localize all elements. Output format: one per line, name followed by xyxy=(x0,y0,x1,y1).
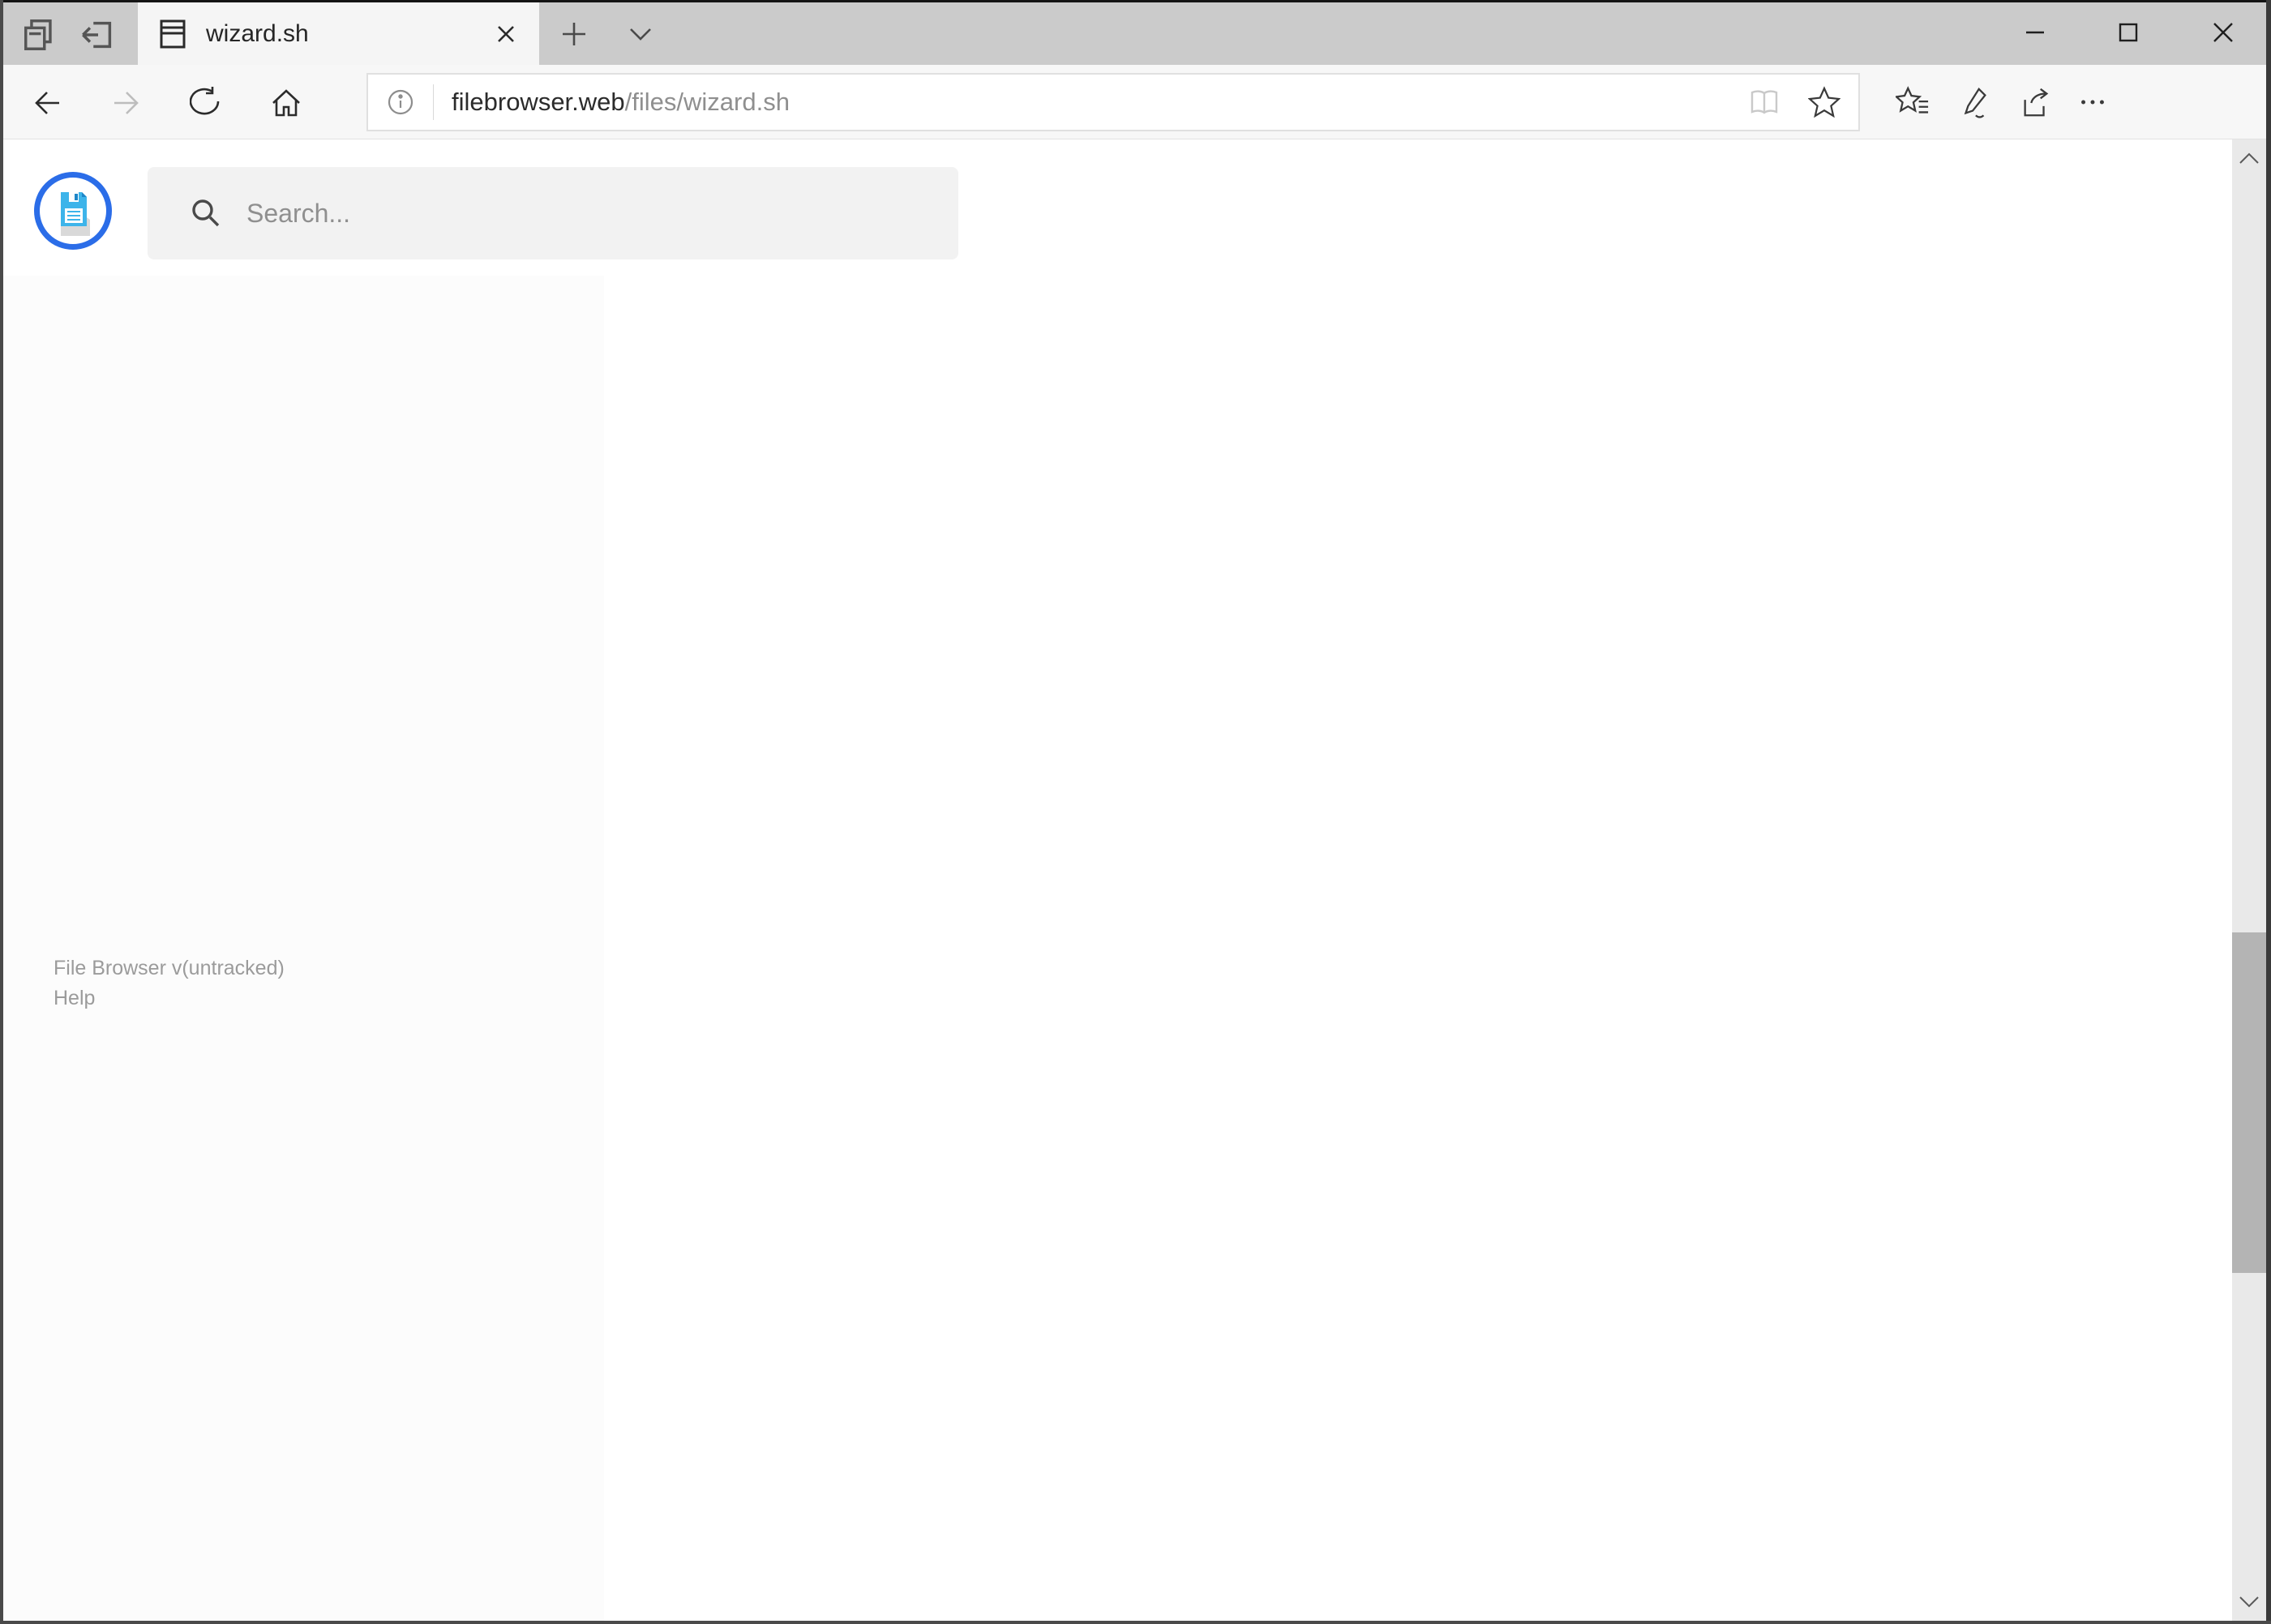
more-options-icon[interactable] xyxy=(2076,86,2110,120)
tab-title: wizard.sh xyxy=(206,19,309,47)
filebrowser-header xyxy=(3,139,2234,276)
main-content: File Browser v(untracked) Help xyxy=(3,276,2234,1624)
window-border-left xyxy=(0,0,3,1624)
search-input[interactable] xyxy=(246,198,958,229)
browser-navbar: filebrowser.web/files/wizard.sh xyxy=(0,65,2271,139)
scroll-up-icon[interactable] xyxy=(2232,141,2266,175)
sidebar-footer: File Browser v(untracked) Help xyxy=(54,953,285,1013)
window-border-bottom xyxy=(0,1621,2271,1624)
browser-tab[interactable]: wizard.sh xyxy=(138,2,539,65)
url-separator xyxy=(433,84,434,120)
window-border-top xyxy=(0,0,2271,2)
page-favicon-icon xyxy=(159,18,186,50)
scrollbar-thumb[interactable] xyxy=(2232,932,2266,1273)
window-border-right xyxy=(2266,0,2271,1624)
back-icon[interactable] xyxy=(29,86,63,120)
search-bar[interactable] xyxy=(148,167,958,259)
code-editor[interactable] xyxy=(604,276,2234,1624)
minimize-button[interactable] xyxy=(2009,0,2061,65)
new-tab-icon[interactable] xyxy=(558,18,590,50)
scroll-down-icon[interactable] xyxy=(2232,1585,2266,1619)
maximize-button[interactable] xyxy=(2102,0,2154,65)
reading-view-icon xyxy=(1748,87,1780,118)
tab-preview-chevron-icon[interactable] xyxy=(623,19,658,49)
sidebar: File Browser v(untracked) Help xyxy=(3,276,604,1624)
tab-preview-icon[interactable] xyxy=(21,16,58,50)
add-favorite-star-icon[interactable] xyxy=(1808,86,1840,118)
share-page-icon[interactable] xyxy=(2019,86,2053,120)
app-version: File Browser v(untracked) xyxy=(54,957,285,979)
tab-bar: wizard.sh xyxy=(0,0,2271,65)
web-notes-pen-icon[interactable] xyxy=(1957,86,1991,120)
filebrowser-logo[interactable] xyxy=(34,172,112,250)
home-icon[interactable] xyxy=(269,86,303,120)
hub-favorites-icon[interactable] xyxy=(1896,86,1930,120)
forward-icon[interactable] xyxy=(110,86,144,120)
url-bar[interactable]: filebrowser.web/files/wizard.sh xyxy=(366,73,1860,131)
browser-window: wizard.sh filebrowser.web/files/wizard.s… xyxy=(0,0,2271,1624)
page-scrollbar[interactable] xyxy=(2232,139,2266,1621)
close-window-button[interactable] xyxy=(2197,0,2249,65)
tab-close-icon[interactable] xyxy=(494,22,518,46)
url-text[interactable]: filebrowser.web/files/wizard.sh xyxy=(452,88,1748,117)
help-link[interactable]: Help xyxy=(54,983,285,1013)
search-icon xyxy=(190,197,222,229)
set-tabs-aside-icon[interactable] xyxy=(79,16,117,50)
refresh-icon[interactable] xyxy=(190,86,224,120)
site-info-icon[interactable] xyxy=(386,88,415,117)
